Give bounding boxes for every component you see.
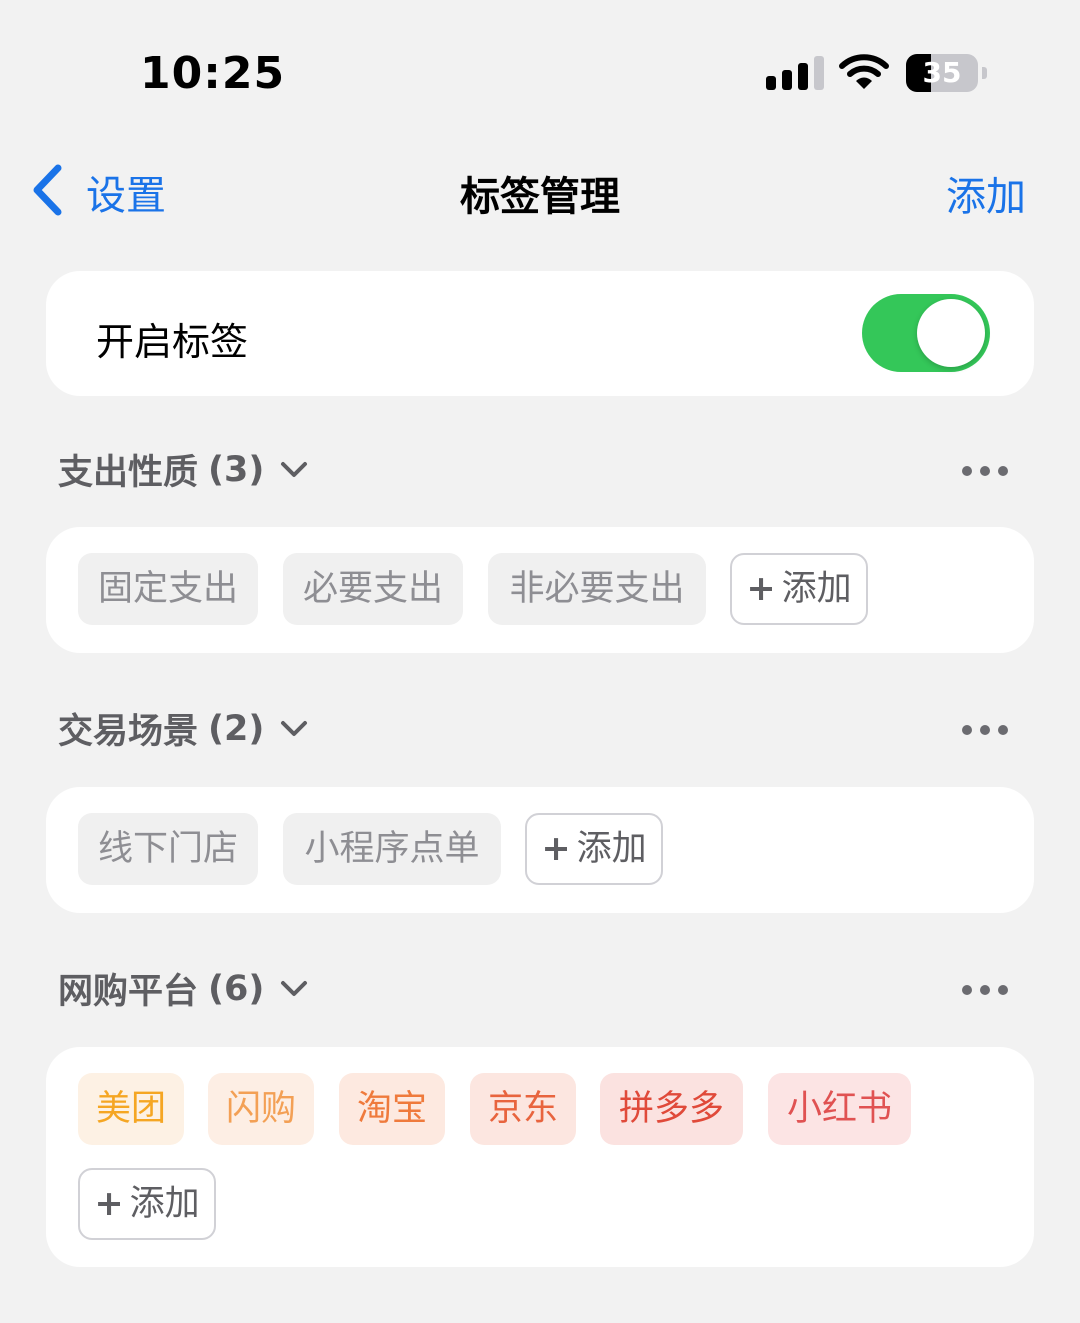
tag-chip[interactable]: 小程序点单 bbox=[283, 813, 501, 885]
plus-icon: + bbox=[94, 1184, 124, 1224]
more-options-button[interactable] bbox=[962, 725, 1008, 735]
section-toggle[interactable]: 交易场景 (2) bbox=[58, 703, 308, 754]
more-icon bbox=[962, 725, 972, 735]
add-button[interactable]: 添加 bbox=[946, 164, 1026, 222]
tag-chip[interactable]: 固定支出 bbox=[78, 553, 258, 625]
page-title: 标签管理 bbox=[460, 174, 620, 220]
section-title: 支出性质 bbox=[58, 453, 199, 493]
chevron-down-icon bbox=[280, 461, 308, 483]
section-count: (2) bbox=[208, 708, 265, 749]
more-options-button[interactable] bbox=[962, 466, 1008, 476]
section-count: (6) bbox=[208, 968, 265, 1009]
section-title: 网购平台 bbox=[58, 972, 199, 1012]
tag-chip[interactable]: 闪购 bbox=[208, 1073, 314, 1145]
tag-chip[interactable]: 线下门店 bbox=[78, 813, 258, 885]
status-time: 10:25 bbox=[140, 48, 286, 99]
section-title: 交易场景 bbox=[58, 712, 199, 752]
tag-chip[interactable]: 淘宝 bbox=[339, 1073, 445, 1145]
add-tag-button[interactable]: + 添加 bbox=[525, 813, 663, 885]
tag-chip[interactable]: 必要支出 bbox=[283, 553, 463, 625]
battery-percent: 35 bbox=[922, 56, 962, 89]
add-tag-label: 添加 bbox=[576, 829, 647, 869]
section-header: 支出性质 (3) bbox=[58, 444, 1018, 504]
tag-card: 线下门店 小程序点单 + 添加 bbox=[46, 787, 1034, 913]
tag-chip[interactable]: 非必要支出 bbox=[488, 553, 706, 625]
more-icon bbox=[962, 985, 972, 995]
enable-tags-label: 开启标签 bbox=[96, 320, 249, 364]
chevron-down-icon bbox=[280, 720, 308, 742]
section-header: 网购平台 (6) bbox=[58, 963, 1018, 1023]
section-header: 交易场景 (2) bbox=[58, 703, 1018, 763]
toggle-knob bbox=[917, 299, 985, 367]
enable-tags-card: 开启标签 bbox=[46, 271, 1034, 396]
add-tag-button[interactable]: + 添加 bbox=[730, 553, 868, 625]
section-toggle[interactable]: 网购平台 (6) bbox=[58, 963, 308, 1014]
plus-icon: + bbox=[541, 829, 571, 869]
wifi-icon bbox=[838, 52, 890, 92]
more-options-button[interactable] bbox=[962, 985, 1008, 995]
tag-chip[interactable]: 京东 bbox=[470, 1073, 576, 1145]
chevron-down-icon bbox=[280, 980, 308, 1002]
tag-chip[interactable]: 小红书 bbox=[768, 1073, 911, 1145]
add-tag-label: 添加 bbox=[129, 1184, 200, 1224]
tag-chip[interactable]: 美团 bbox=[78, 1073, 184, 1145]
section-toggle[interactable]: 支出性质 (3) bbox=[58, 444, 308, 495]
battery-icon: 35 bbox=[906, 54, 988, 92]
section-count: (3) bbox=[208, 449, 265, 490]
status-bar: 10:25 35 bbox=[0, 0, 1080, 140]
navigation-bar: 设置 标签管理 添加 bbox=[0, 150, 1080, 234]
enable-tags-toggle[interactable] bbox=[862, 294, 990, 372]
plus-icon: + bbox=[746, 569, 776, 609]
cellular-signal-icon bbox=[766, 54, 824, 90]
add-tag-button[interactable]: + 添加 bbox=[78, 1168, 216, 1240]
tag-card: 美团 闪购 淘宝 京东 拼多多 小红书 + 添加 bbox=[46, 1047, 1034, 1267]
more-icon bbox=[962, 466, 972, 476]
tag-chip[interactable]: 拼多多 bbox=[600, 1073, 743, 1145]
add-tag-label: 添加 bbox=[781, 569, 852, 609]
tag-card: 固定支出 必要支出 非必要支出 + 添加 bbox=[46, 527, 1034, 653]
